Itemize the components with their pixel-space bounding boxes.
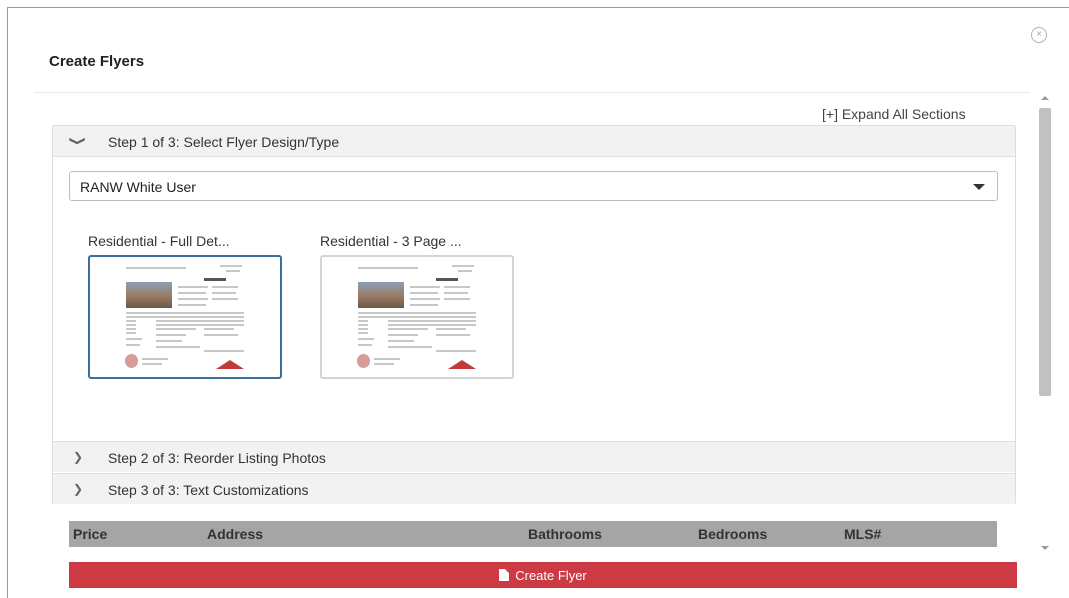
column-header-address[interactable]: Address [207, 526, 263, 542]
step-2-label: Step 2 of 3: Reorder Listing Photos [108, 450, 326, 466]
flyer-design-selected-value: RANW White User [80, 179, 196, 195]
step-1-header[interactable]: ❯ Step 1 of 3: Select Flyer Design/Type [53, 126, 1015, 157]
scroll-down-icon[interactable] [1041, 546, 1049, 550]
flyer-preview [354, 262, 480, 374]
expand-all-link[interactable]: [+] Expand All Sections [822, 106, 966, 122]
template-card-3-page[interactable]: Residential - 3 Page ... [320, 233, 514, 379]
chevron-right-icon: ❯ [73, 450, 84, 464]
step-3-label: Step 3 of 3: Text Customizations [108, 482, 309, 498]
create-flyer-button[interactable]: Create Flyer [69, 562, 1017, 588]
chevron-right-icon: ❯ [73, 482, 84, 496]
modal-title: Create Flyers [49, 53, 145, 70]
column-header-mls[interactable]: MLS# [844, 526, 881, 542]
column-header-bathrooms[interactable]: Bathrooms [528, 526, 602, 542]
template-name: Residential - 3 Page ... [320, 233, 462, 249]
header-divider [34, 92, 1030, 93]
steps-accordion: ❯ Step 1 of 3: Select Flyer Design/Type … [52, 125, 1016, 504]
close-icon[interactable]: × [1031, 27, 1047, 43]
chevron-down-icon: ❯ [68, 135, 88, 147]
scrollbar-thumb[interactable] [1039, 108, 1051, 396]
step-1-label: Step 1 of 3: Select Flyer Design/Type [108, 134, 340, 150]
template-thumbnail [88, 255, 282, 379]
vertical-scrollbar[interactable] [1037, 94, 1053, 552]
template-thumbnail [320, 255, 514, 379]
template-name: Residential - Full Det... [88, 233, 230, 249]
flyer-design-select[interactable]: RANW White User [69, 171, 998, 201]
results-table-header: Price Address Bathrooms Bedrooms MLS# [69, 521, 997, 547]
template-card-full-detail[interactable]: Residential - Full Det... [88, 233, 282, 379]
step-2-header[interactable]: ❯ Step 2 of 3: Reorder Listing Photos [53, 441, 1015, 472]
scroll-up-icon[interactable] [1041, 96, 1049, 100]
create-flyer-label: Create Flyer [515, 568, 587, 583]
document-icon [499, 569, 510, 581]
step-3-header[interactable]: ❯ Step 3 of 3: Text Customizations [53, 473, 1015, 504]
column-header-price[interactable]: Price [73, 526, 107, 542]
column-header-bedrooms[interactable]: Bedrooms [698, 526, 767, 542]
flyer-preview [122, 262, 248, 374]
caret-down-icon [973, 184, 985, 190]
